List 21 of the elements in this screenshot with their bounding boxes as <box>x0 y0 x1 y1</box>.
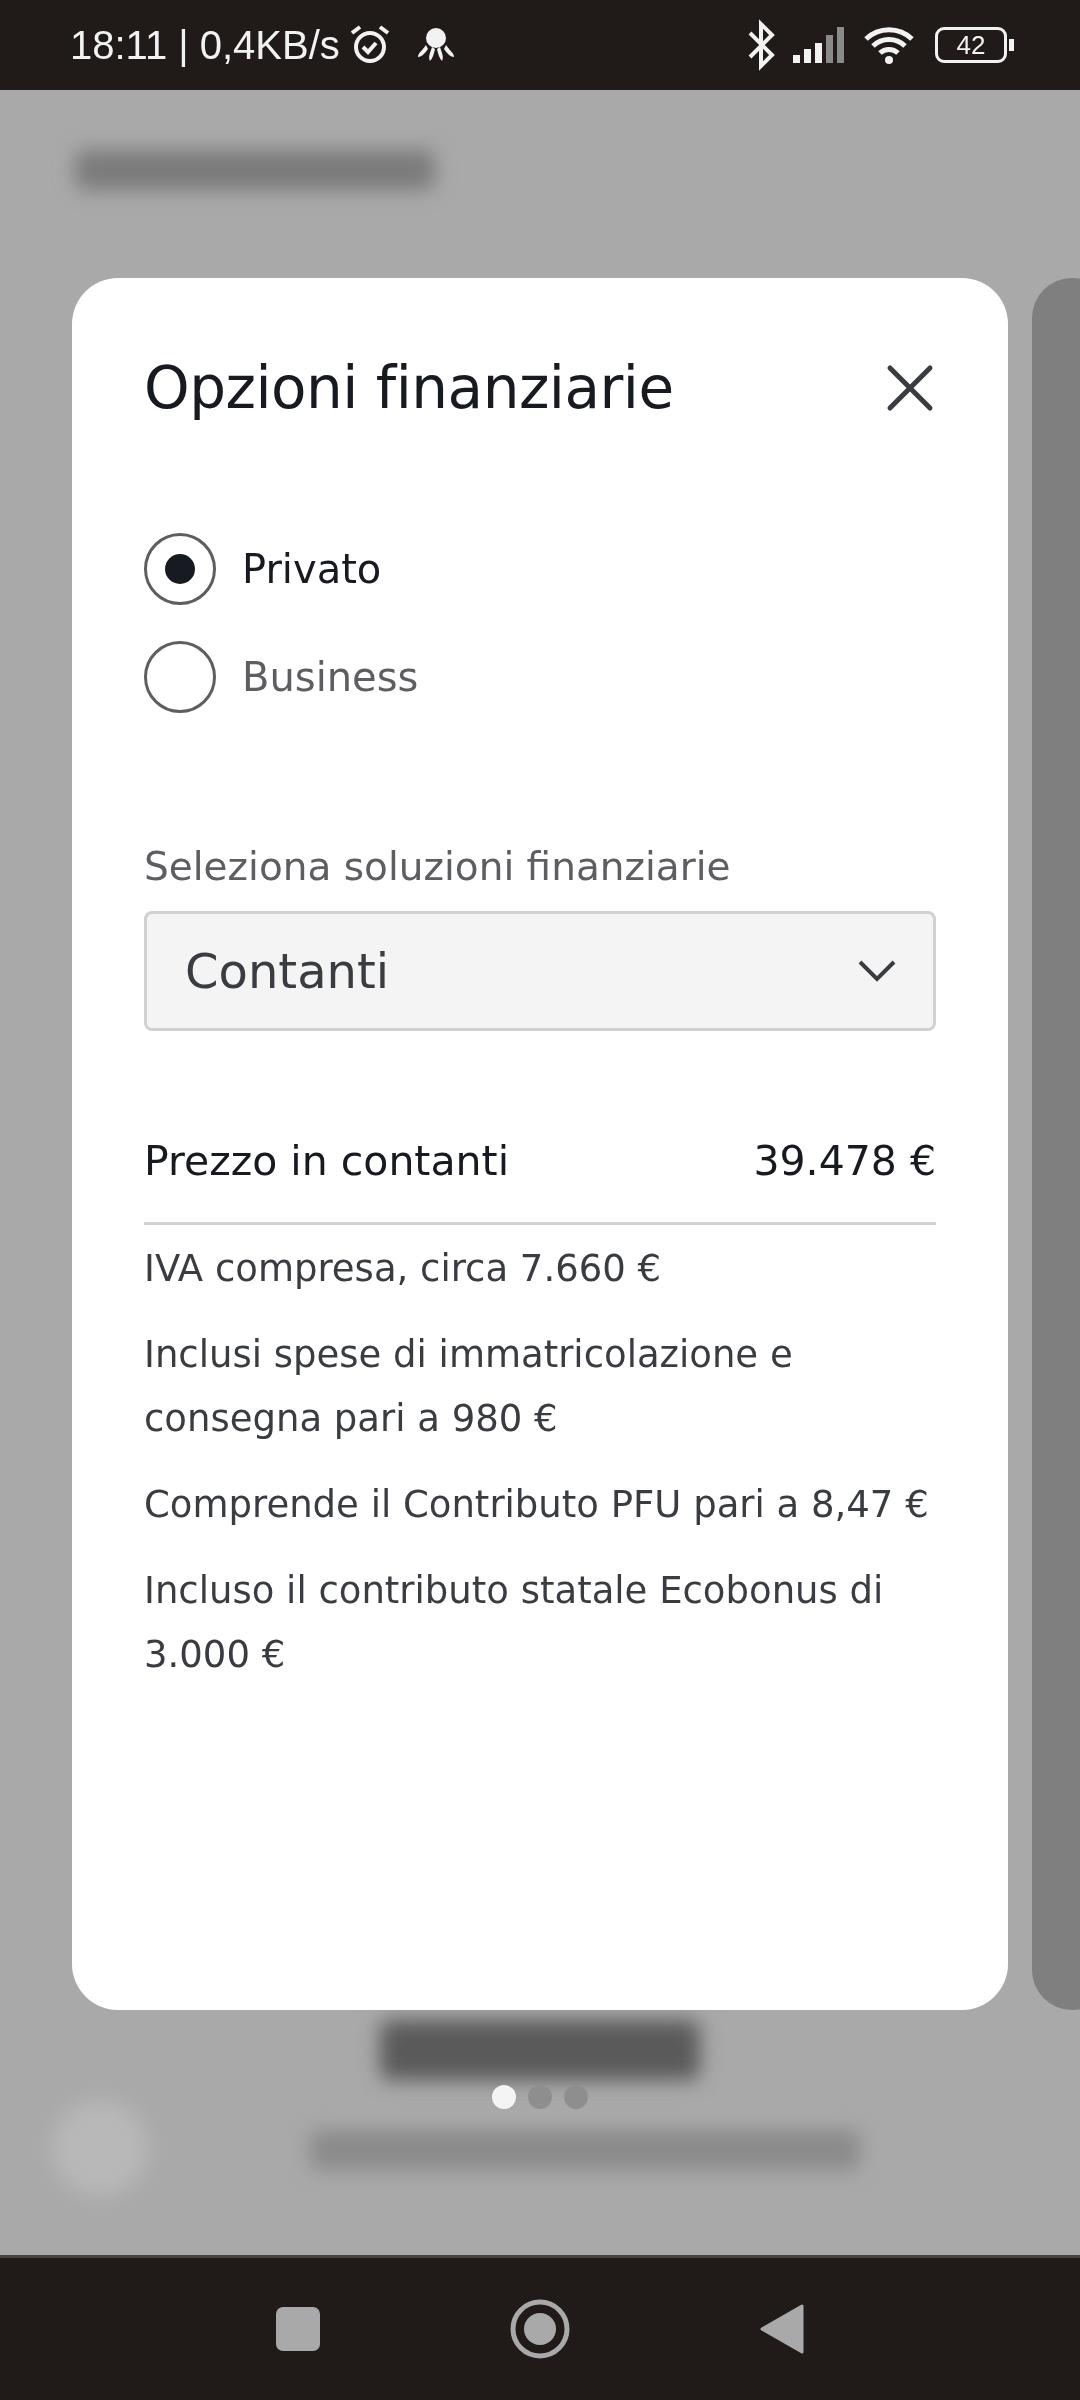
radio-button[interactable] <box>144 641 216 713</box>
price-note: Incluso il contributo statale Ecobonus di 3.000 € <box>144 1568 885 1678</box>
back-icon[interactable] <box>760 2304 804 2354</box>
price-value: 39.478 € <box>753 1135 936 1187</box>
radio-label[interactable]: Privato <box>242 539 382 599</box>
dialog-title: Opzioni finanziarie <box>144 352 674 424</box>
price-label: Prezzo in contanti <box>144 1135 510 1187</box>
price-note: IVA compresa, circa 7.660 € <box>144 1246 663 1292</box>
home-icon[interactable] <box>510 2299 570 2359</box>
signal-icon <box>793 27 847 63</box>
radio-button[interactable] <box>144 533 216 605</box>
status-time: 18:11 | 0,4KB/s <box>70 22 340 69</box>
price-note: Inclusi spese di immatricolazione e consegna pari a 980 € <box>144 1332 794 1442</box>
price-note: Comprende il Contributo PFU pari a 8,47 € <box>144 1482 930 1528</box>
finance-select[interactable]: Contanti <box>144 910 936 1031</box>
chevron-down-icon <box>857 958 897 983</box>
field-label: Seleziona soluzioni finanziarie <box>144 843 732 891</box>
radio-label[interactable]: Business <box>242 647 419 707</box>
wifi-icon <box>863 25 915 65</box>
bluetooth-icon <box>747 19 777 71</box>
recents-icon[interactable] <box>276 2307 320 2351</box>
